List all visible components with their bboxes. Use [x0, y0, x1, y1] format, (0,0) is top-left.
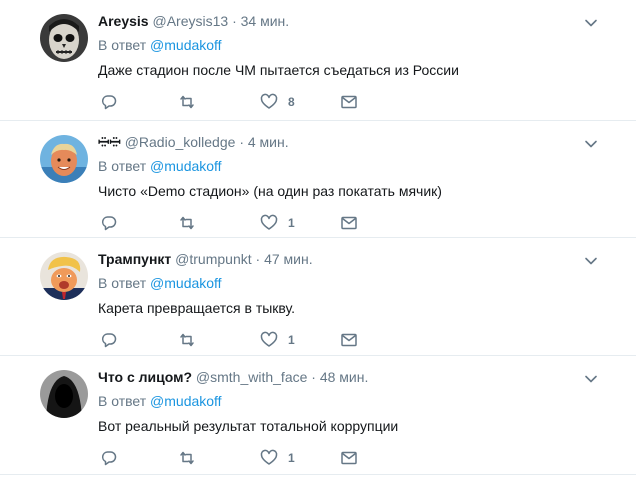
hooded-figure-avatar-icon — [40, 370, 88, 418]
tweet[interactable]: Areysis @Areysis13 · 34 мин. В ответ @mu… — [0, 0, 636, 121]
direct-message-button[interactable] — [340, 330, 358, 350]
tweet-actions: 1 — [98, 330, 398, 350]
tweet-header: Трампункт @trumpunkt · 47 мин. — [98, 250, 606, 269]
tweet-header: Areysis @Areysis13 · 34 мин. — [98, 12, 606, 31]
timestamp[interactable]: 47 мин. — [264, 251, 313, 267]
avatar[interactable] — [40, 14, 88, 62]
retweet-button[interactable] — [178, 213, 196, 233]
mention-link[interactable]: @mudakoff — [150, 158, 222, 174]
chevron-down-icon[interactable] — [584, 254, 598, 268]
direct-message-button[interactable] — [340, 448, 358, 468]
reply-context: В ответ @mudakoff — [98, 36, 606, 55]
mention-link[interactable]: @mudakoff — [150, 393, 222, 409]
reply-icon — [101, 451, 117, 466]
heart-icon — [260, 449, 278, 465]
user-handle[interactable]: @smth_with_face — [196, 369, 307, 385]
heart-icon — [260, 93, 278, 109]
tweet-actions: 1 — [98, 213, 398, 233]
like-button[interactable]: 1 — [260, 213, 295, 233]
tweet-text: Карета превращается в тыкву. — [98, 300, 296, 316]
tweet-actions: 1 — [98, 448, 398, 468]
separator-dot: · — [255, 251, 261, 267]
like-count: 1 — [288, 216, 295, 230]
retweet-button[interactable] — [178, 92, 196, 112]
reply-feed: Areysis @Areysis13 · 34 мин. В ответ @mu… — [0, 0, 636, 479]
retweet-button[interactable] — [178, 448, 196, 468]
tweet-text: Даже стадион после ЧМ пытается съедаться… — [98, 62, 459, 78]
retweet-icon — [180, 451, 194, 465]
chevron-down-icon[interactable] — [584, 372, 598, 386]
avatar[interactable] — [40, 370, 88, 418]
retweet-button[interactable] — [178, 330, 196, 350]
tweet[interactable]: Что с лицом? @smth_with_face · 48 мин. В… — [0, 356, 636, 475]
retweet-icon — [180, 216, 194, 230]
reply-prefix: В ответ — [98, 158, 147, 174]
like-button[interactable]: 8 — [260, 92, 295, 112]
like-button[interactable]: 1 — [260, 448, 295, 468]
reply-context: В ответ @mudakoff — [98, 392, 606, 411]
tweet-header: Что с лицом? @smth_with_face · 48 мин. — [98, 368, 606, 387]
caricature-avatar-icon — [40, 252, 88, 300]
tweet-content: Что с лицом? @smth_with_face · 48 мин. В… — [98, 368, 606, 436]
reply-prefix: В ответ — [98, 37, 147, 53]
envelope-icon — [341, 216, 357, 230]
envelope-icon — [341, 451, 357, 465]
display-name[interactable]: Areysis — [98, 13, 149, 29]
reply-context: В ответ @mudakoff — [98, 157, 606, 176]
reply-context: В ответ @mudakoff — [98, 274, 606, 293]
like-count: 1 — [288, 333, 295, 347]
reply-prefix: В ответ — [98, 275, 147, 291]
tweet-content: ꟷ̤̈ꟷ̤̈ @Radio_kolledge · 4 мин. В ответ … — [98, 133, 606, 201]
reply-button[interactable] — [100, 330, 118, 350]
display-name[interactable]: ꟷ̤̈ꟷ̤̈ — [98, 134, 121, 150]
chevron-down-icon[interactable] — [584, 16, 598, 30]
tweet[interactable]: Трампункт @trumpunkt · 47 мин. В ответ @… — [0, 238, 636, 356]
retweet-icon — [180, 95, 194, 109]
timestamp[interactable]: 48 мин. — [320, 369, 369, 385]
heart-icon — [260, 331, 278, 347]
tweet-text: Вот реальный результат тотальной коррупц… — [98, 418, 399, 434]
timestamp[interactable]: 4 мин. — [248, 134, 289, 150]
envelope-icon — [341, 333, 357, 347]
reply-icon — [101, 216, 117, 231]
reply-prefix: В ответ — [98, 393, 147, 409]
reply-icon — [101, 95, 117, 110]
heart-icon — [260, 214, 278, 230]
user-handle[interactable]: @Radio_kolledge — [125, 134, 236, 150]
mention-link[interactable]: @mudakoff — [150, 37, 222, 53]
timestamp[interactable]: 34 мин. — [241, 13, 290, 29]
tweet-actions: 8 — [98, 92, 398, 112]
reply-button[interactable] — [100, 92, 118, 112]
like-button[interactable]: 1 — [260, 330, 295, 350]
mention-link[interactable]: @mudakoff — [150, 275, 222, 291]
user-handle[interactable]: @Areysis13 — [152, 13, 228, 29]
tweet-content: Трампункт @trumpunkt · 47 мин. В ответ @… — [98, 250, 606, 318]
direct-message-button[interactable] — [340, 213, 358, 233]
tweet[interactable]: ꟷ̤̈ꟷ̤̈ @Radio_kolledge · 4 мин. В ответ … — [0, 121, 636, 238]
reply-button[interactable] — [100, 448, 118, 468]
skull-face-avatar-icon — [40, 14, 88, 62]
reply-button[interactable] — [100, 213, 118, 233]
user-handle[interactable]: @trumpunkt — [175, 251, 251, 267]
display-name[interactable]: Что с лицом? — [98, 369, 192, 385]
sunburnt-man-avatar-icon — [40, 135, 88, 183]
avatar[interactable] — [40, 135, 88, 183]
tweet-header: ꟷ̤̈ꟷ̤̈ @Radio_kolledge · 4 мин. — [98, 133, 606, 152]
separator-dot: · — [311, 369, 316, 385]
tweet-text: Чисто «Demo стадион» (на один раз поката… — [98, 183, 442, 199]
tweet-content: Areysis @Areysis13 · 34 мин. В ответ @mu… — [98, 12, 606, 80]
reply-icon — [101, 333, 117, 348]
chevron-down-icon[interactable] — [584, 137, 598, 151]
separator-dot: · — [232, 13, 237, 29]
display-name[interactable]: Трампункт — [98, 251, 171, 267]
like-count: 8 — [288, 95, 295, 109]
separator-dot: · — [239, 134, 244, 150]
retweet-icon — [180, 333, 194, 347]
like-count: 1 — [288, 451, 295, 465]
direct-message-button[interactable] — [340, 92, 358, 112]
avatar[interactable] — [40, 252, 88, 300]
envelope-icon — [341, 95, 357, 109]
